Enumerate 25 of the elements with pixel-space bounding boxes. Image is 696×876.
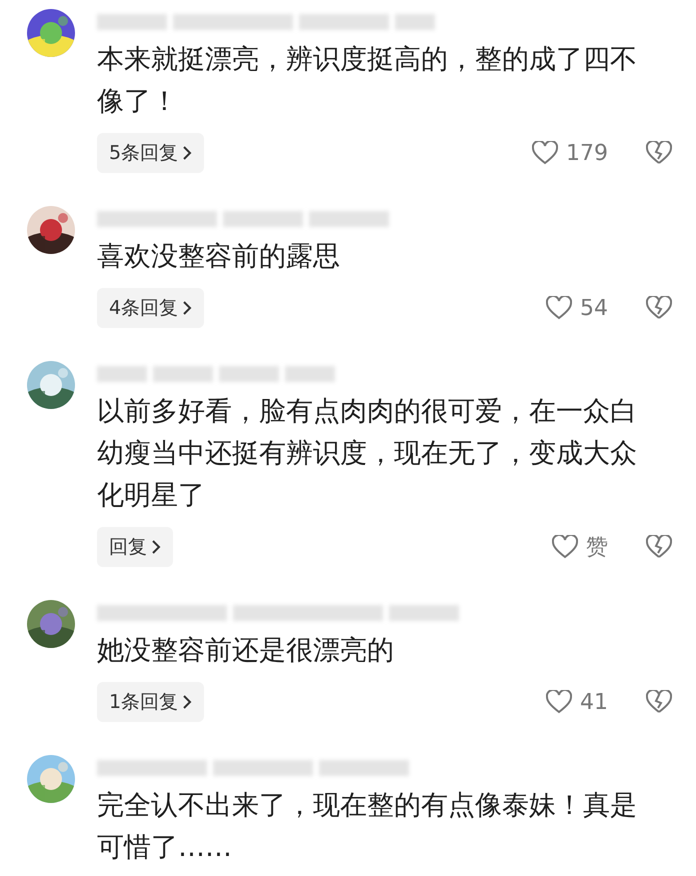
like-count: 179 [566, 140, 608, 166]
replies-button[interactable]: 4条回复 [97, 288, 204, 328]
chevron-icon [151, 539, 161, 555]
heart-icon[interactable] [546, 296, 572, 320]
replies-button[interactable]: 回复 [97, 527, 173, 567]
broken-heart-icon[interactable] [646, 535, 672, 559]
comment-text: 她没整容前还是很漂亮的 [97, 634, 395, 668]
heart-icon[interactable] [552, 535, 578, 559]
heart-icon[interactable] [532, 141, 558, 165]
chevron-icon [182, 694, 192, 710]
like-count: 54 [580, 296, 608, 320]
replies-button[interactable]: 5条回复 [97, 133, 204, 173]
broken-heart-icon[interactable] [646, 141, 672, 165]
replies-button[interactable]: 1条回复 [97, 682, 204, 722]
chevron-icon [182, 145, 192, 161]
like-count: 赞 [586, 534, 608, 562]
broken-heart-icon[interactable] [646, 296, 672, 320]
heart-icon[interactable] [546, 690, 572, 714]
like-count: 41 [580, 690, 608, 714]
comment-text: 喜欢没整容前的露思 [97, 240, 341, 274]
comment-text: 本来就挺漂亮，辨识度挺高的，整的成了四不像了！ [97, 43, 638, 119]
comment-text: 以前多好看，脸有点肉肉的很可爱，在一众白幼瘦当中还挺有辨识度，现在无了，变成大众化明星了 [97, 395, 638, 513]
comment-text: 完全认不出来了，现在整的有点像泰妹！真是可惜了…… [97, 789, 638, 865]
chevron-icon [182, 300, 192, 316]
broken-heart-icon[interactable] [646, 690, 672, 714]
